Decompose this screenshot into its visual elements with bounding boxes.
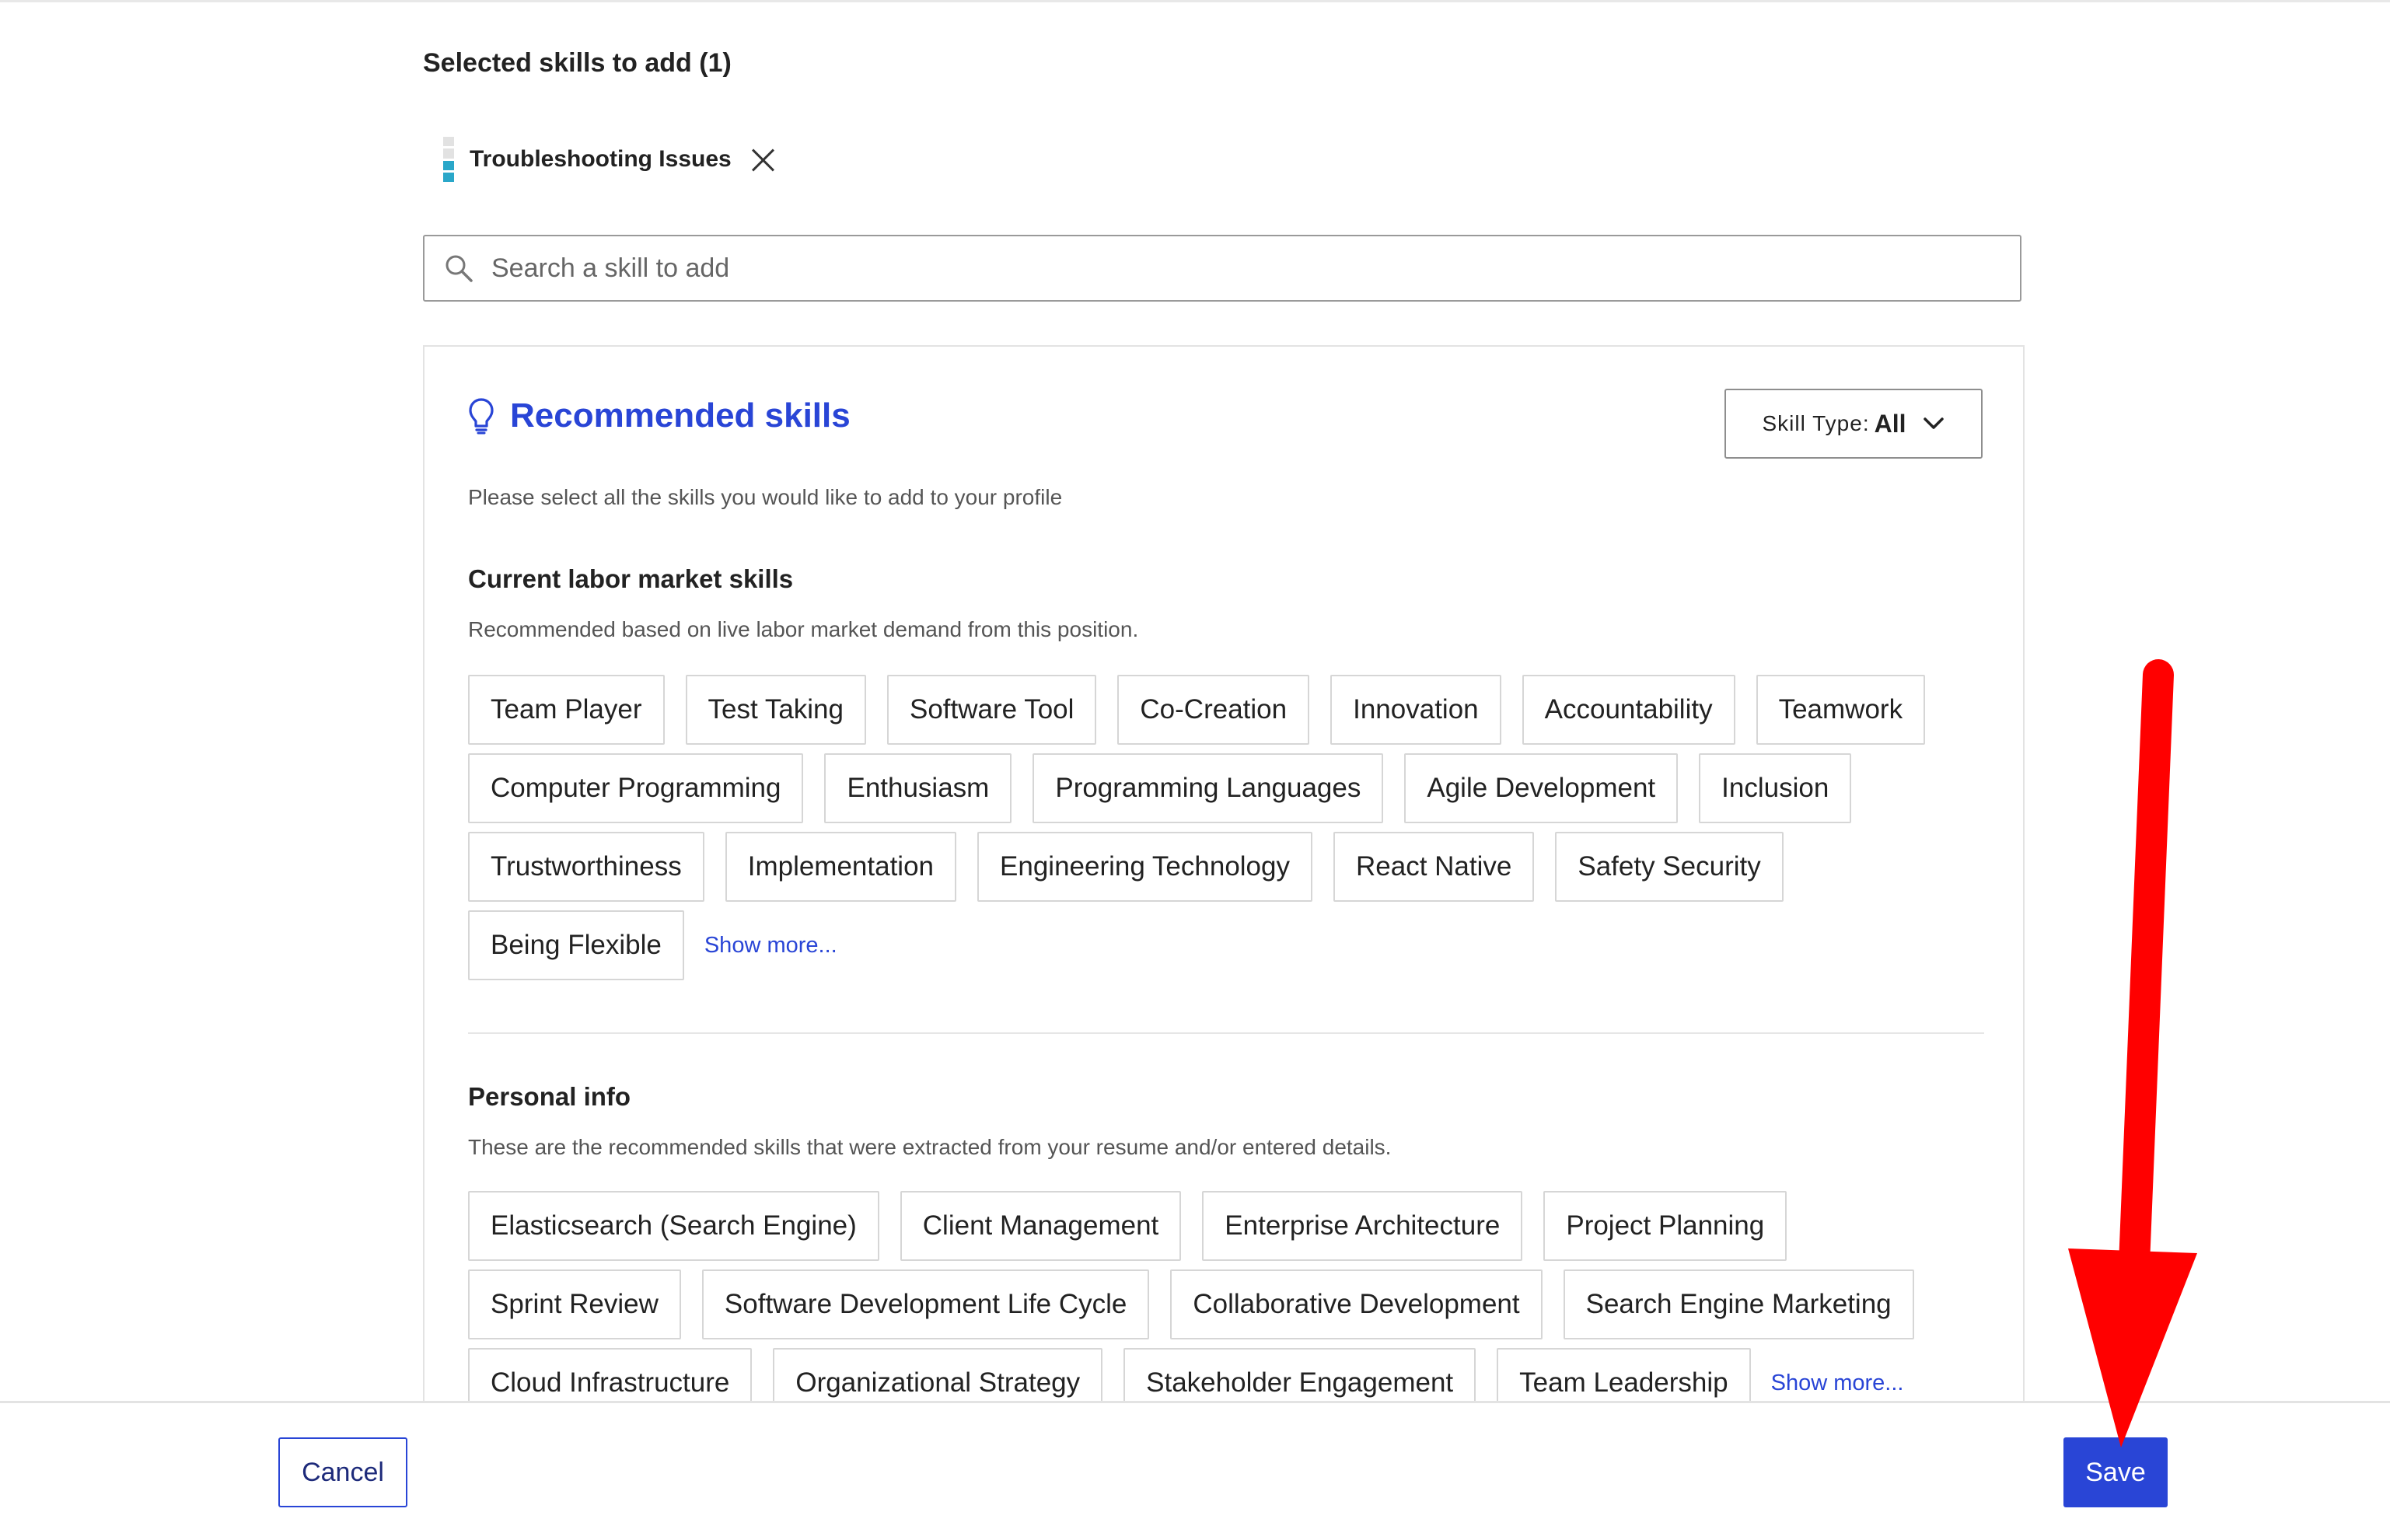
skill-search-input[interactable] [490,252,1970,285]
level-bars-icon [443,137,454,182]
section-description-labor-market: Recommended based on live labor market d… [468,617,1139,641]
show-more-link[interactable]: Show more... [704,933,837,959]
dialog-footer: Cancel Save [0,1401,2390,1540]
skill-tag[interactable]: Test Taking [685,675,866,745]
selected-skill-chip: Troubleshooting Issues [443,137,777,182]
skill-tag[interactable]: Engineering Technology [977,832,1312,902]
skill-tag[interactable]: Programming Languages [1033,753,1384,823]
skill-tag[interactable]: Enterprise Architecture [1202,1191,1523,1261]
skill-tag[interactable]: Search Engine Marketing [1563,1269,1914,1339]
skill-tag[interactable]: Software Development Life Cycle [701,1269,1150,1339]
skill-tag[interactable]: Being Flexible [468,910,684,980]
skill-search-box [423,235,2021,302]
skill-tag[interactable]: Elasticsearch (Search Engine) [468,1191,879,1261]
skill-type-label: Skill Type: [1762,411,1870,435]
skill-tag[interactable]: Safety Security [1555,832,1784,902]
search-icon [446,255,473,282]
recommended-skills-panel: Recommended skills Skill Type: All Pleas… [423,345,2025,1418]
selected-skills-title: Selected skills to add (1) [423,48,732,78]
skill-tag[interactable]: React Native [1333,832,1535,902]
skill-tag[interactable]: Trustworthiness [468,832,704,902]
show-more-link[interactable]: Show more... [1771,1371,1904,1396]
skill-type-dropdown[interactable]: Skill Type: All [1724,389,1983,459]
skill-tag[interactable]: Collaborative Development [1170,1269,1543,1339]
selected-skill-label: Troubleshooting Issues [470,146,732,172]
skill-tag[interactable]: Accountability [1522,675,1735,745]
skill-tag[interactable]: Computer Programming [468,753,804,823]
skill-tag[interactable]: Team Player [468,675,665,745]
skill-tag[interactable]: Client Management [900,1191,1182,1261]
section-description-personal-info: These are the recommended skills that we… [468,1135,1392,1159]
skill-type-value: All [1874,409,1906,438]
top-divider [0,0,2390,2]
skill-tag[interactable]: Project Planning [1543,1191,1787,1261]
skill-tag[interactable]: Sprint Review [468,1269,681,1339]
chevron-down-icon [1924,417,1944,429]
skill-tag[interactable]: Inclusion [1699,753,1852,823]
cancel-button[interactable]: Cancel [278,1437,407,1507]
save-button[interactable]: Save [2063,1437,2168,1507]
skill-tag[interactable]: Agile Development [1404,753,1679,823]
skill-tag[interactable]: Enthusiasm [824,753,1012,823]
recommended-header: Recommended skills [468,396,851,435]
labor-market-skill-list: Team Player Test Taking Software Tool Co-Cr… [468,675,1992,980]
personal-info-skill-list: Elasticsearch (Search Engine) Client Mana… [468,1191,1992,1418]
remove-skill-close-icon[interactable] [749,145,777,173]
recommended-description: Please select all the skills you would l… [468,485,1063,509]
skill-tag[interactable]: Implementation [725,832,957,902]
section-divider [468,1032,1984,1034]
skill-tag[interactable]: Software Tool [886,675,1097,745]
recommended-title: Recommended skills [510,396,851,435]
section-title-labor-market: Current labor market skills [468,564,794,593]
lightbulb-icon [469,398,494,435]
skill-tag[interactable]: Innovation [1330,675,1501,745]
skill-tag[interactable]: Co-Creation [1117,675,1310,745]
skill-tag[interactable]: Teamwork [1756,675,1926,745]
section-title-personal-info: Personal info [468,1082,631,1111]
